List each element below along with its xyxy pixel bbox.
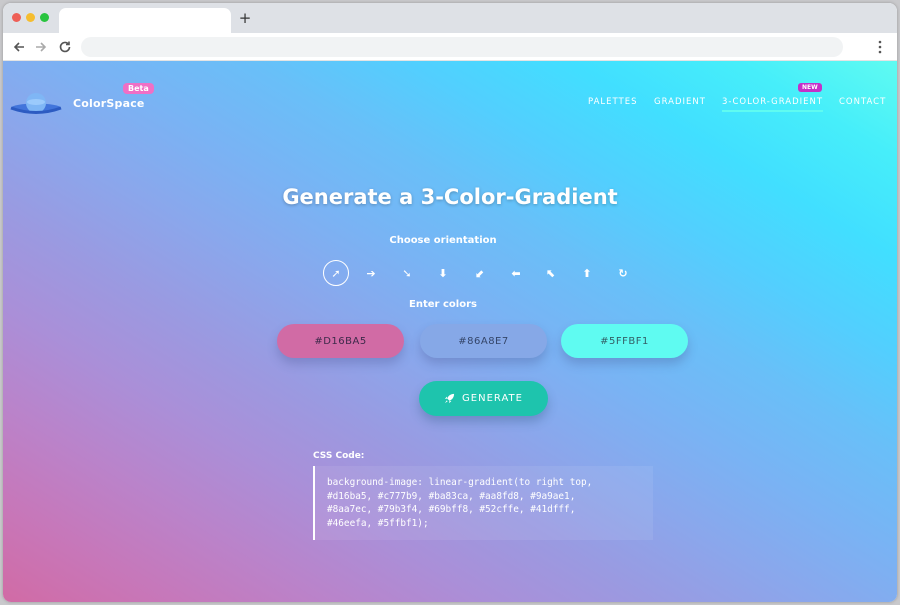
orientation-down[interactable]: ⬇ (430, 260, 456, 286)
new-badge: NEW (798, 83, 822, 92)
orientation-up-right[interactable]: ➚ (323, 260, 349, 286)
orientation-picker: ➚ ➔ ➘ ⬇ ⬋ ⬅ ⬉ ⬆ ↻ (3, 260, 897, 286)
generate-button-label: GENERATE (462, 393, 523, 404)
nav-gradient[interactable]: GRADIENT (654, 97, 706, 107)
browser-tab-bar: + (3, 3, 897, 33)
orientation-down-left[interactable]: ⬋ (467, 260, 493, 286)
brand-name[interactable]: ColorSpace (73, 97, 145, 110)
orientation-up[interactable]: ⬆ (574, 260, 600, 286)
color-input-2[interactable]: #86A8E7 (420, 324, 547, 358)
arrow-up-icon: ⬆ (582, 266, 592, 280)
orientation-label: Choose orientation (389, 235, 497, 246)
orientation-right[interactable]: ➔ (358, 260, 384, 286)
orientation-up-left[interactable]: ⬉ (538, 260, 564, 286)
nav-contact[interactable]: CONTACT (839, 97, 886, 107)
css-code-label: CSS Code: (313, 451, 365, 461)
orientation-left[interactable]: ⬅ (503, 260, 529, 286)
arrow-right-icon: ➔ (366, 266, 376, 280)
nav-palettes[interactable]: PALETTES (588, 97, 638, 107)
browser-tab[interactable] (59, 8, 231, 33)
forward-arrow-icon[interactable] (33, 39, 49, 55)
page-title: Generate a 3-Color-Gradient (282, 185, 618, 209)
color-input-1[interactable]: #D16BA5 (277, 324, 404, 358)
arrow-left-icon: ⬅ (511, 266, 521, 280)
generate-button[interactable]: GENERATE (419, 381, 548, 416)
planet-logo-icon[interactable] (9, 89, 63, 119)
orientation-radial[interactable]: ↻ (610, 260, 636, 286)
beta-badge: Beta (123, 83, 154, 94)
minimize-window-button[interactable] (26, 13, 35, 22)
page-viewport: ColorSpace Beta PALETTES GRADIENT NEW 3-… (3, 61, 897, 602)
browser-window: + ColorSpace Beta PALETTES GRADIENT NEW … (3, 3, 897, 602)
reload-icon[interactable] (57, 39, 73, 55)
colors-label: Enter colors (409, 299, 477, 310)
color-input-3[interactable]: #5FFBF1 (561, 324, 688, 358)
arrow-down-right-icon: ➘ (402, 266, 412, 280)
browser-menu-icon[interactable] (877, 39, 883, 55)
address-bar[interactable] (81, 37, 843, 57)
browser-toolbar (3, 33, 897, 61)
back-arrow-icon[interactable] (11, 39, 27, 55)
orientation-down-right[interactable]: ➘ (394, 260, 420, 286)
css-code-block[interactable]: background-image: linear-gradient(to rig… (313, 466, 653, 540)
arrow-down-left-icon: ⬋ (475, 266, 485, 280)
rocket-icon (444, 393, 455, 404)
new-tab-button[interactable]: + (237, 9, 253, 27)
radial-icon: ↻ (618, 266, 628, 280)
nav-3-color-gradient[interactable]: 3-COLOR-GRADIENT (722, 97, 824, 112)
close-window-button[interactable] (12, 13, 21, 22)
maximize-window-button[interactable] (40, 13, 49, 22)
arrow-down-icon: ⬇ (438, 266, 448, 280)
arrow-up-left-icon: ⬉ (546, 266, 556, 280)
arrow-up-right-icon: ➚ (331, 266, 341, 280)
